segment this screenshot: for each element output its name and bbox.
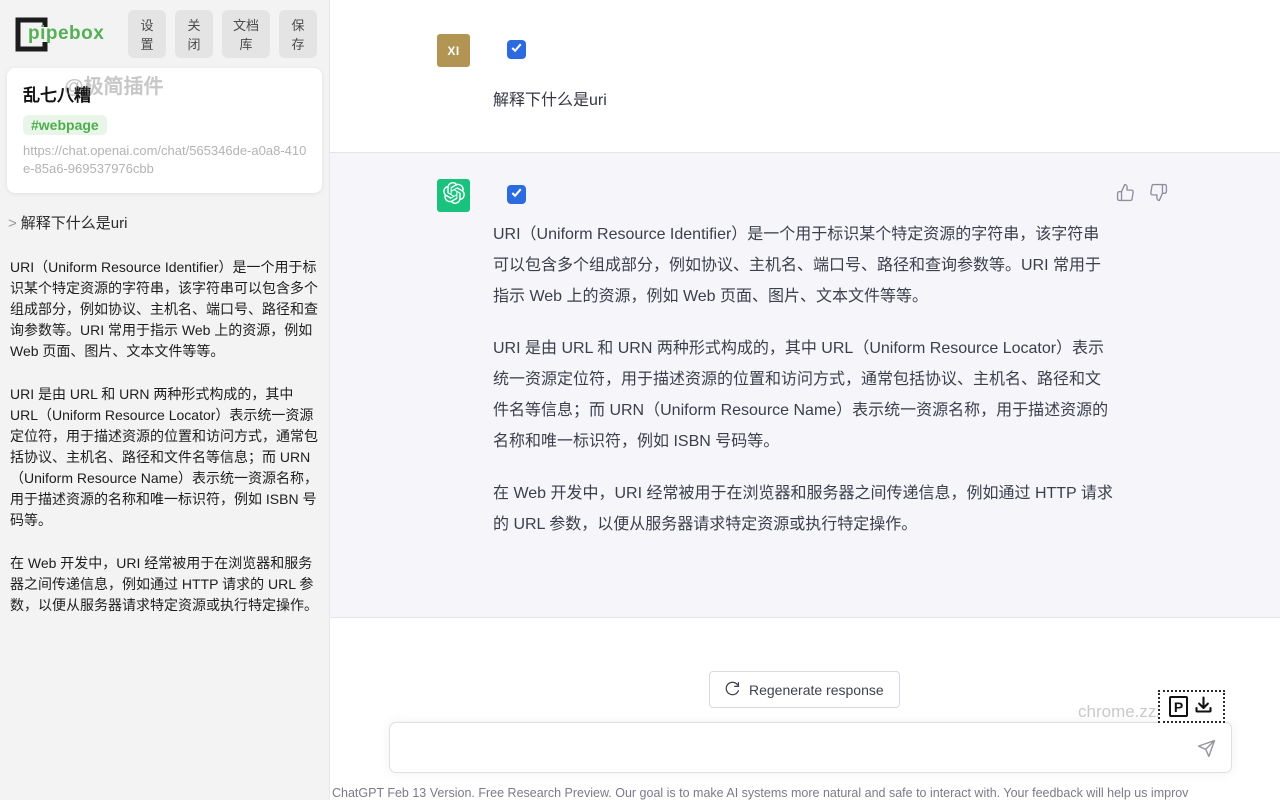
brand-name: pipebox [28,23,104,45]
captured-paragraph: URI（Uniform Resource Identifier）是一个用于标识某… [10,257,319,362]
thumbs-up-button[interactable] [1116,183,1135,202]
thumbs-down-button[interactable] [1149,183,1168,202]
chatgpt-avatar [437,179,470,212]
chat-input-container [389,722,1232,773]
card-url: https://chat.openai.com/chat/565346de-a0… [23,142,307,178]
saved-page-card[interactable]: 乱七八糟 @极简插件 #webpage https://chat.openai.… [7,68,322,193]
send-button[interactable] [1195,737,1218,760]
regenerate-icon [725,681,740,699]
user-avatar: XI [437,34,470,67]
webpage-tag: #webpage [23,115,107,135]
captured-question: >解释下什么是uri [8,212,319,233]
doc-library-button[interactable]: 文档库 [222,10,270,58]
settings-button[interactable]: 设置 [128,10,166,58]
save-button[interactable]: 保存 [279,10,317,58]
check-icon [509,185,524,205]
openai-logo-icon [443,182,465,209]
assistant-message-row: URI（Uniform Resource Identifier）是一个用于标识某… [330,152,1280,618]
check-icon [509,40,524,60]
regenerate-label: Regenerate response [749,682,884,698]
extension-sidebar: pipebox 设置 关闭 文档库 保存 乱七八糟 @极简插件 #webpage… [0,0,330,800]
captured-paragraph: URI 是由 URL 和 URN 两种形式构成的，其中 URL（Uniform … [10,384,319,531]
card-title: 乱七八糟 [23,81,307,106]
assistant-message-checkbox[interactable] [507,185,526,204]
assistant-paragraph: URI 是由 URL 和 URN 两种形式构成的，其中 URL（Uniform … [493,333,1113,457]
captured-paragraph: 在 Web 开发中，URI 经常被用于在浏览器和服务器之间传递信息，例如通过 H… [10,553,319,616]
chat-main: XI 解释下什么是uri [330,0,1280,800]
chatgpt-footer-disclaimer: ChatGPT Feb 13 Version. Free Research Pr… [332,786,1280,800]
user-message-row: XI 解释下什么是uri [330,0,1280,152]
user-message-text: 解释下什么是uri [493,86,607,110]
assistant-paragraph: 在 Web 开发中，URI 经常被用于在浏览器和服务器之间传递信息，例如通过 H… [493,478,1113,540]
sidebar-toolbar: 设置 关闭 文档库 保存 [128,10,317,58]
regenerate-response-button[interactable]: Regenerate response [709,671,900,708]
captured-answer: URI（Uniform Resource Identifier）是一个用于标识某… [10,257,319,616]
pipebox-logo: pipebox [10,13,128,55]
user-message-checkbox[interactable] [507,40,526,59]
assistant-message-text: URI（Uniform Resource Identifier）是一个用于标识某… [493,219,1113,561]
download-icon[interactable] [1193,694,1214,720]
export-toolbar[interactable]: P [1158,690,1225,723]
quote-prefix: > [8,215,17,232]
feedback-buttons [1116,183,1168,202]
pin-p-icon[interactable]: P [1169,696,1188,717]
sidebar-header: pipebox 设置 关闭 文档库 保存 [0,0,329,64]
question-text: 解释下什么是uri [21,215,128,232]
assistant-paragraph: URI（Uniform Resource Identifier）是一个用于标识某… [493,219,1113,312]
chat-input[interactable] [404,731,1184,765]
close-button[interactable]: 关闭 [175,10,213,58]
